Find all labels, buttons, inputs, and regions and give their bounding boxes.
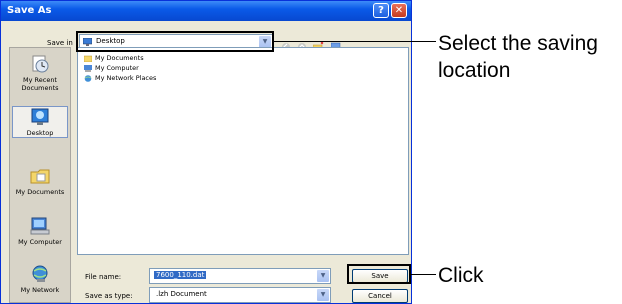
up-folder-icon[interactable] xyxy=(297,37,307,51)
annotation-click: Click xyxy=(438,264,484,287)
list-item[interactable]: My Network Places xyxy=(84,74,156,83)
place-my-documents[interactable]: My Documents xyxy=(12,166,68,196)
close-button[interactable]: ✕ xyxy=(391,3,407,18)
file-name-text: My Computer xyxy=(95,64,139,72)
cancel-button[interactable]: Cancel xyxy=(352,289,408,303)
list-item[interactable]: My Documents xyxy=(83,54,144,63)
place-label: Desktop xyxy=(26,129,54,137)
place-my-network[interactable]: My Network xyxy=(12,264,68,294)
desktop-icon xyxy=(29,107,51,127)
save-as-type-select[interactable]: .lzh Document ▼ xyxy=(149,287,331,303)
my-documents-icon xyxy=(29,166,51,186)
chevron-down-icon[interactable]: ▼ xyxy=(317,270,329,282)
help-button[interactable]: ? xyxy=(373,3,389,18)
place-label: My Recent Documents xyxy=(21,76,59,92)
file-name-input[interactable]: 7600_110.dat ▼ xyxy=(149,268,331,284)
file-name-label: File name: xyxy=(85,273,122,281)
save-as-type-value: .lzh Document xyxy=(156,290,207,298)
place-my-computer[interactable]: My Computer xyxy=(12,216,68,246)
file-name-text: My Documents xyxy=(95,54,144,62)
my-computer-icon xyxy=(29,216,51,236)
leader-line xyxy=(411,274,436,275)
annotation-line: location xyxy=(438,59,511,82)
place-label: My Computer xyxy=(18,238,62,246)
file-name-value: 7600_110.dat xyxy=(154,271,207,279)
file-name-text: My Network Places xyxy=(95,74,157,82)
leader-line xyxy=(274,41,436,42)
my-network-icon xyxy=(29,264,51,284)
computer-icon xyxy=(84,64,92,72)
annotation-line: Select the saving xyxy=(438,32,598,55)
save-button-callout-frame xyxy=(347,264,411,284)
place-label: My Network xyxy=(20,286,60,294)
save-as-type-label: Save as type: xyxy=(85,292,133,300)
new-folder-icon[interactable] xyxy=(312,37,324,52)
place-desktop[interactable]: Desktop xyxy=(12,106,68,138)
place-label: My Documents xyxy=(15,188,65,196)
places-bar: My Recent Documents Desktop My Documents… xyxy=(9,47,71,303)
chevron-down-icon[interactable]: ▼ xyxy=(317,289,329,301)
back-icon[interactable] xyxy=(281,37,291,51)
network-icon xyxy=(84,74,92,82)
save-in-label: Save in xyxy=(47,39,73,47)
window-title: Save As xyxy=(7,5,52,16)
place-recent-documents[interactable]: My Recent Documents xyxy=(12,54,68,92)
file-list[interactable]: My Documents My Computer My Network Plac… xyxy=(77,47,409,255)
view-menu-icon[interactable] xyxy=(330,37,343,51)
save-in-callout-frame xyxy=(76,31,274,52)
title-bar: Save As ? ✕ xyxy=(1,1,411,21)
annotation-select-location: Select the saving location xyxy=(438,30,598,84)
recent-documents-icon xyxy=(29,54,51,74)
list-item[interactable]: My Computer xyxy=(84,64,139,73)
folder-icon xyxy=(83,55,93,62)
